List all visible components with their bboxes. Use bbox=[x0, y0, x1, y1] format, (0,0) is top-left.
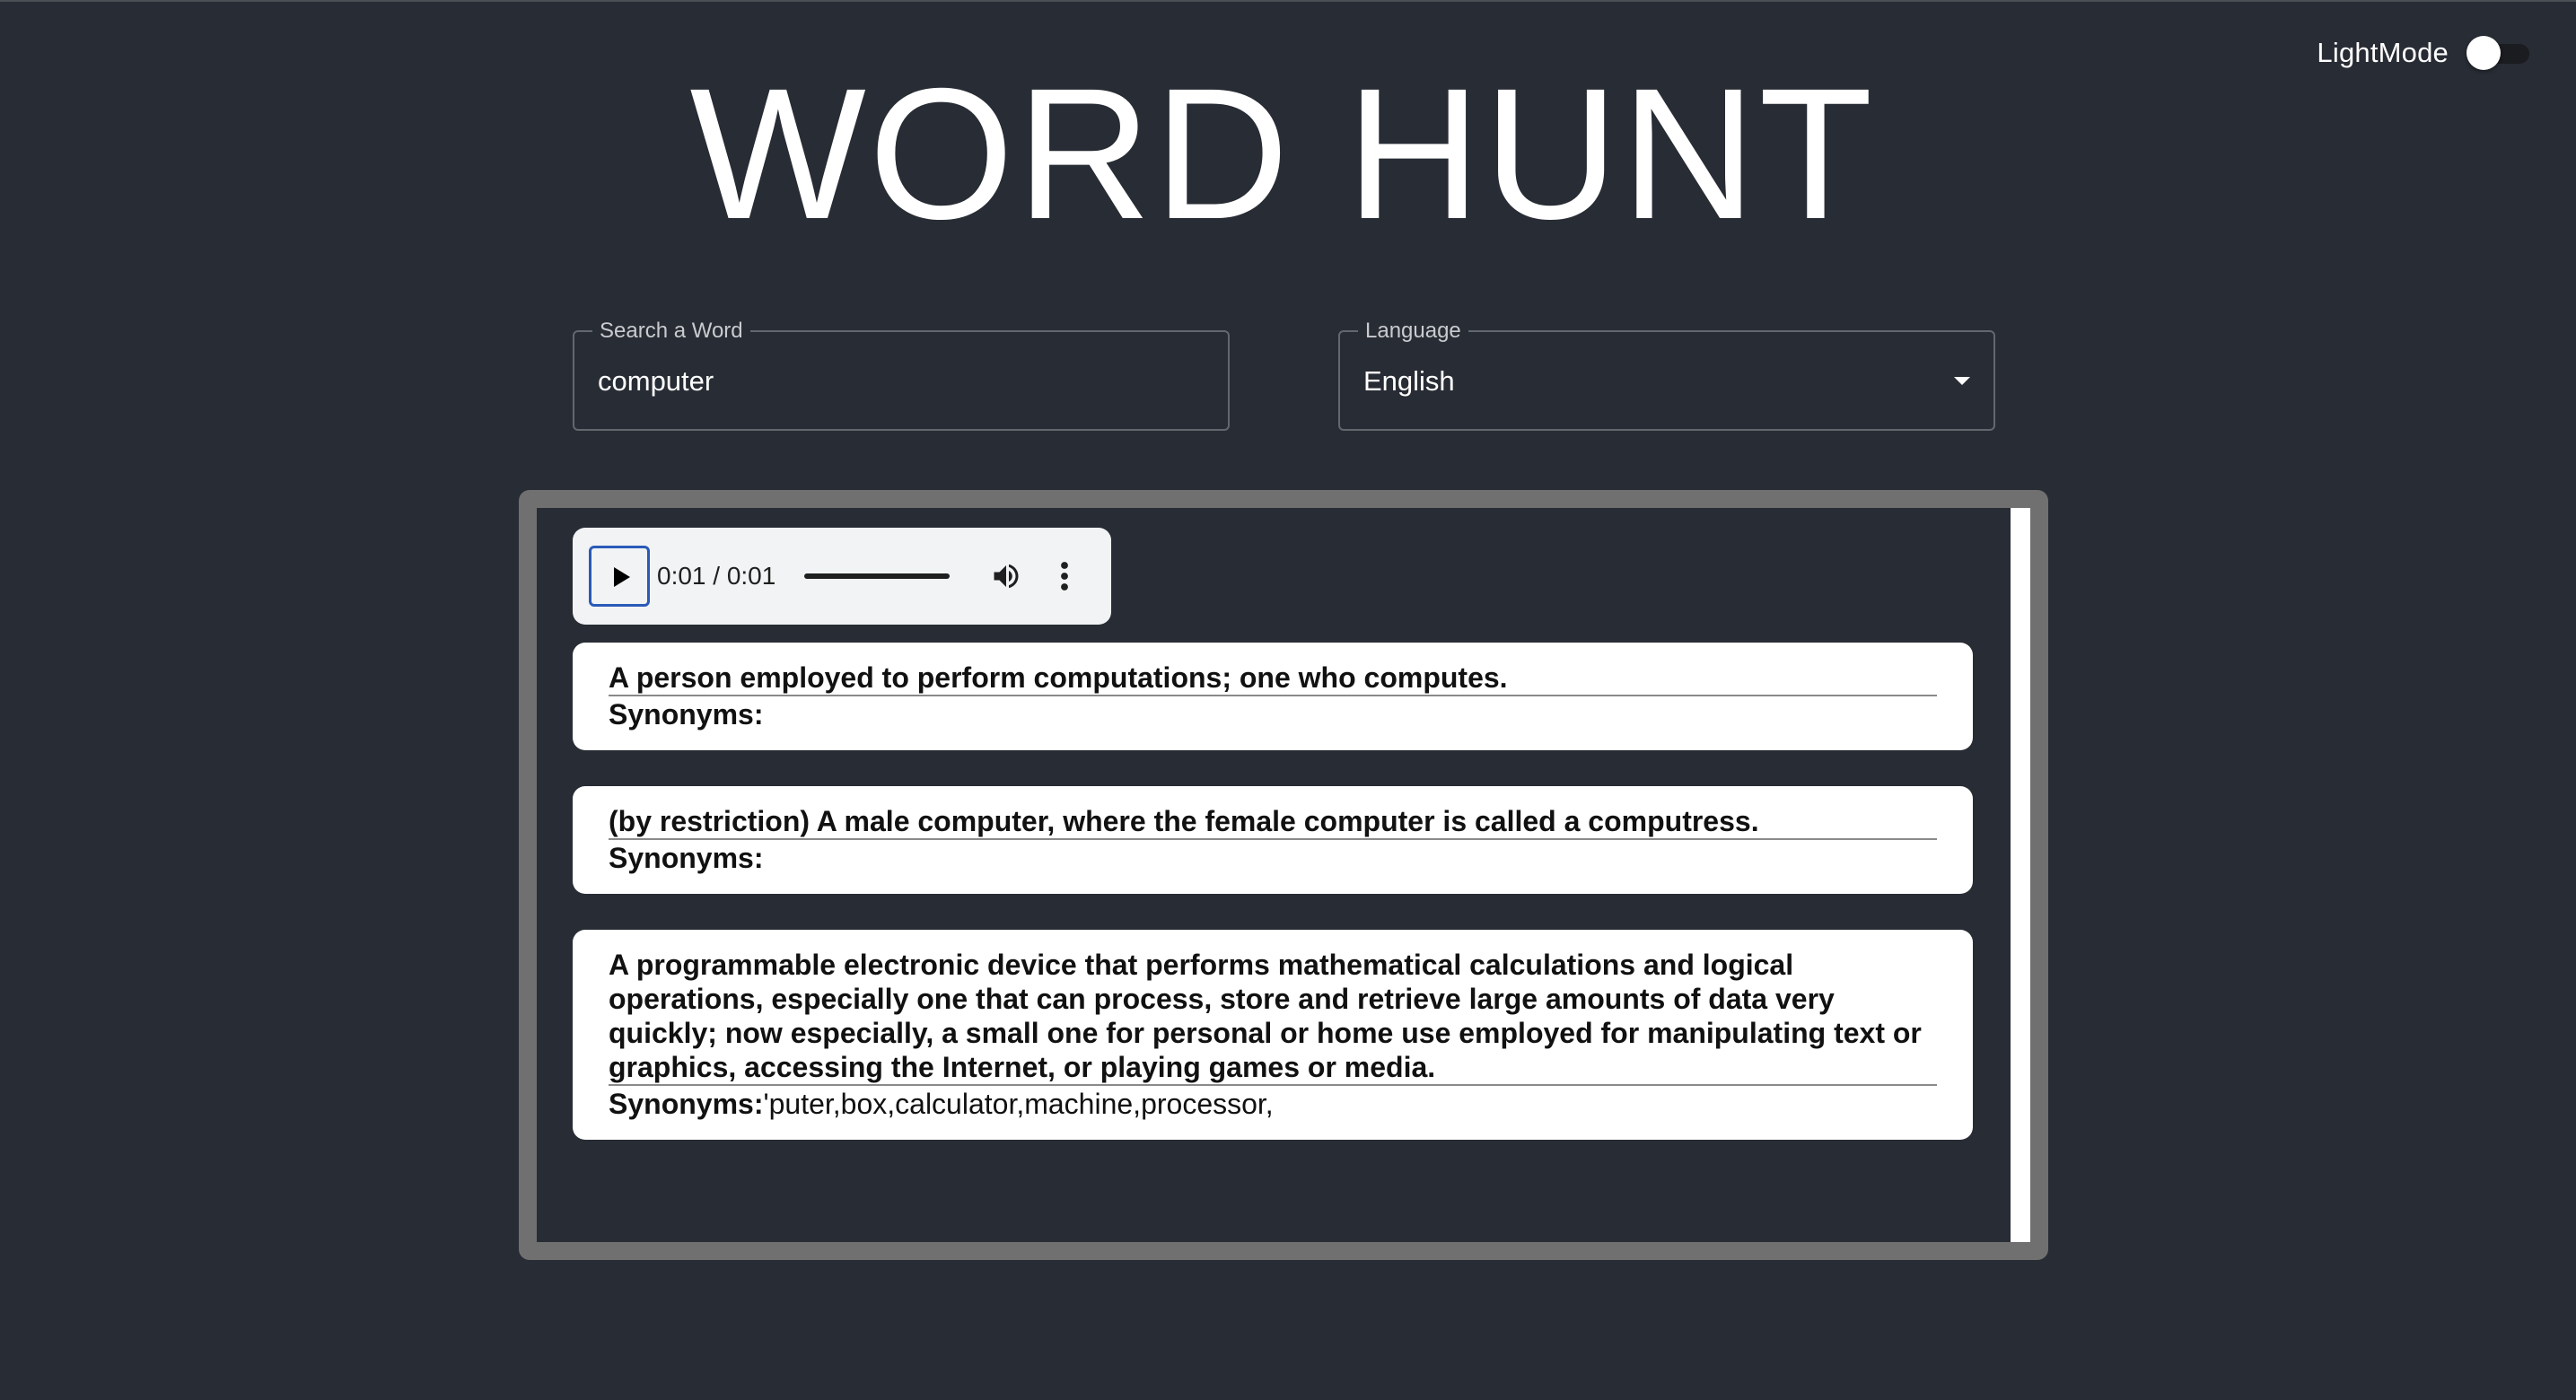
dropdown-arrow-icon[interactable] bbox=[1954, 377, 1970, 385]
synonyms-row: Synonyms: bbox=[609, 696, 1937, 732]
definition-text: A person employed to perform computation… bbox=[609, 661, 1937, 696]
synonyms-list: 'puter,box,calculator,machine,processor, bbox=[763, 1088, 1274, 1120]
results-panel: 0:01 / 0:01 A person employed to perform… bbox=[519, 490, 2048, 1260]
synonyms-label: Synonyms: bbox=[609, 1088, 764, 1120]
page-title: WORD HUNT bbox=[689, 50, 1876, 258]
top-border bbox=[0, 0, 2576, 2]
search-input[interactable] bbox=[598, 361, 1190, 402]
definition-text: A programmable electronic device that pe… bbox=[609, 948, 1937, 1086]
language-legend: Language bbox=[1358, 318, 1468, 345]
pronunciation-audio-player: 0:01 / 0:01 bbox=[573, 528, 1111, 625]
results-scrollbar[interactable] bbox=[2011, 508, 2030, 1242]
search-word-legend: Search a Word bbox=[592, 318, 750, 345]
definition-card: (by restriction) A male computer, where … bbox=[573, 786, 1973, 894]
scroll-gutter bbox=[2002, 508, 2011, 1242]
play-button[interactable] bbox=[589, 546, 650, 607]
audio-time: 0:01 / 0:01 bbox=[657, 562, 776, 590]
audio-progress-bar[interactable] bbox=[804, 573, 950, 579]
definition-card: A person employed to perform computation… bbox=[573, 643, 1973, 750]
definition-text: (by restriction) A male computer, where … bbox=[609, 804, 1937, 840]
definition-card: A programmable electronic device that pe… bbox=[573, 930, 1973, 1140]
search-word-field[interactable]: Search a Word bbox=[573, 318, 1230, 431]
synonyms-row: Synonyms: bbox=[609, 840, 1937, 876]
volume-icon[interactable] bbox=[989, 560, 1023, 592]
synonyms-row: Synonyms:'puter,box,calculator,machine,p… bbox=[609, 1086, 1937, 1122]
more-options-icon[interactable] bbox=[1057, 560, 1072, 592]
synonyms-label: Synonyms: bbox=[609, 698, 764, 731]
language-selected-value[interactable]: English bbox=[1363, 363, 1455, 400]
language-select[interactable]: Language English bbox=[1338, 318, 1995, 431]
synonyms-label: Synonyms: bbox=[609, 842, 764, 874]
